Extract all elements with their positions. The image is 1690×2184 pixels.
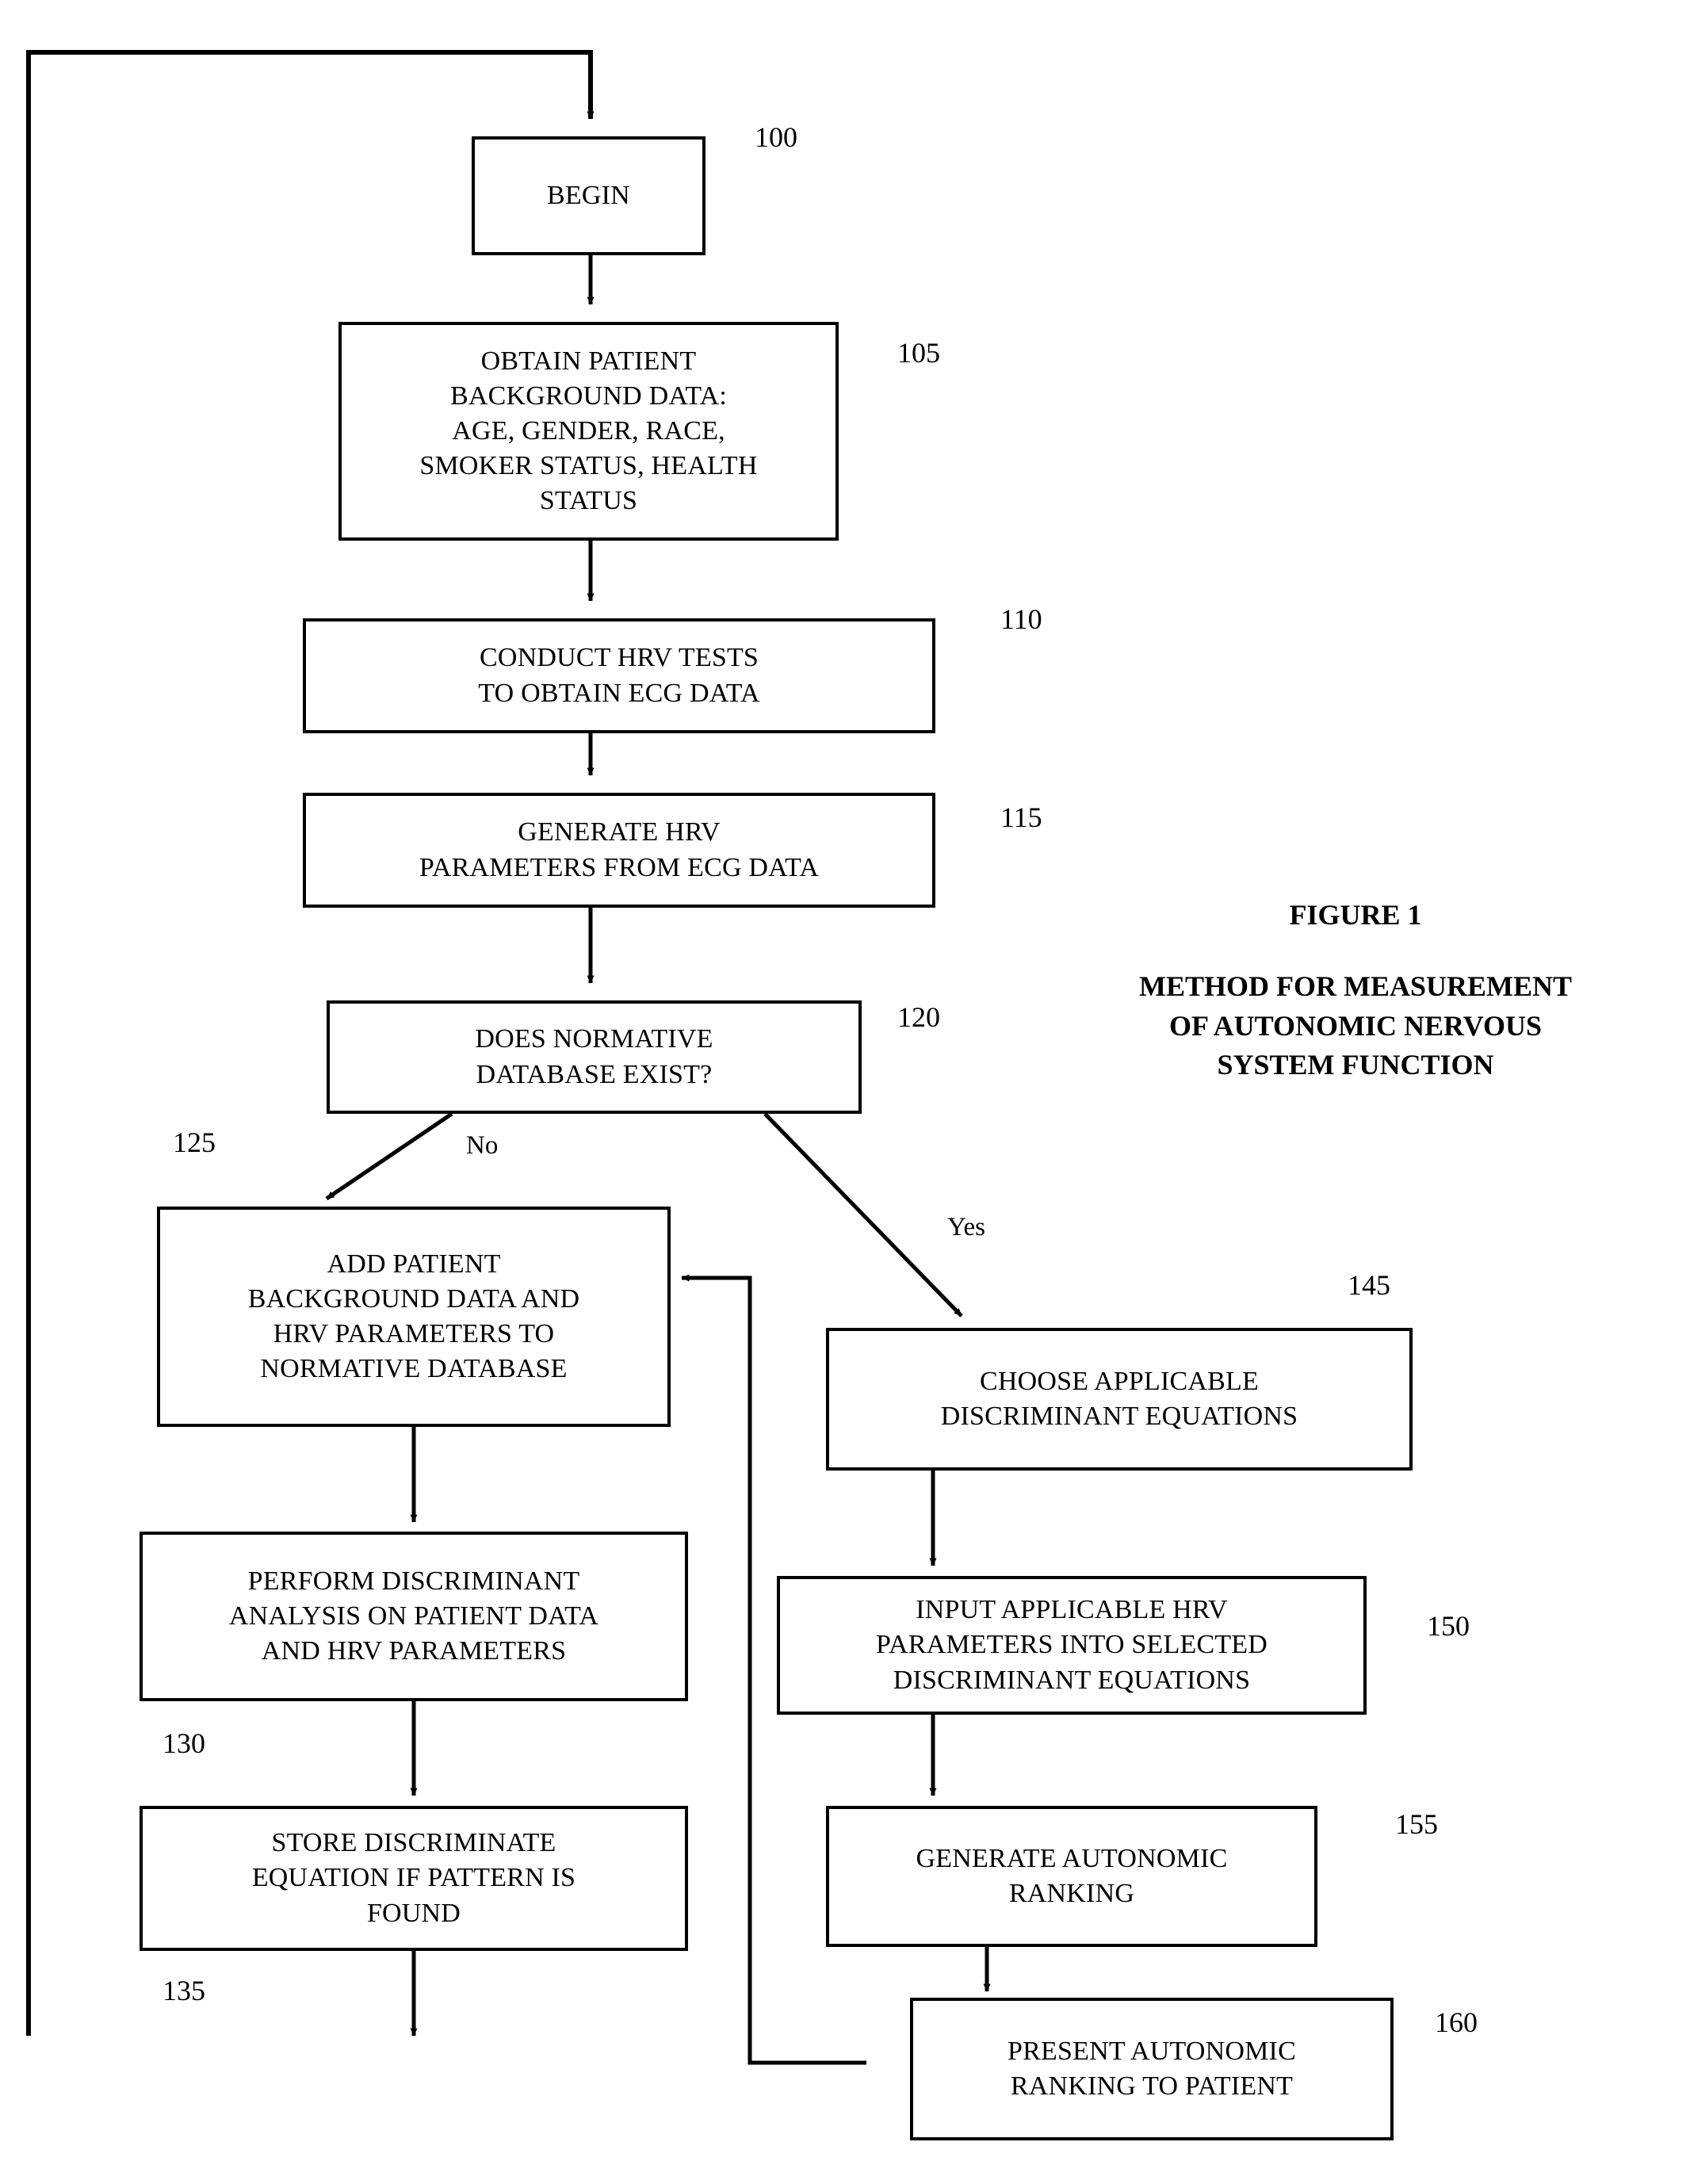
node-begin[interactable]: BEGIN xyxy=(472,136,705,255)
node-perform-label: PERFORM DISCRIMINANT ANALYSIS ON PATIENT… xyxy=(228,1566,599,1666)
node-obtain-label: OBTAIN PATIENT BACKGROUND DATA: AGE, GEN… xyxy=(419,346,758,516)
ref-number-110: 110 xyxy=(1000,603,1042,635)
ref-number-115: 115 xyxy=(1000,801,1042,833)
ref-number-155: 155 xyxy=(1395,1808,1438,1840)
ref-number-160: 160 xyxy=(1435,2006,1478,2038)
node-store-discriminate-equation[interactable]: STORE DISCRIMINATE EQUATION IF PATTERN I… xyxy=(140,1806,688,1951)
node-present-autonomic-ranking[interactable]: PRESENT AUTONOMIC RANKING TO PATIENT xyxy=(910,1998,1394,2140)
branch-label-yes: Yes xyxy=(947,1213,986,1241)
node-add-label: ADD PATIENT BACKGROUND DATA AND HRV PARA… xyxy=(247,1249,580,1384)
connector-decision-yes xyxy=(763,1112,963,1318)
node-conduct-label: CONDUCT HRV TESTS TO OBTAIN ECG DATA xyxy=(478,643,760,708)
node-perform-discriminant-analysis[interactable]: PERFORM DISCRIMINANT ANALYSIS ON PATIENT… xyxy=(140,1532,688,1701)
ref-number-135: 135 xyxy=(162,1975,205,2006)
figure-caption-subtitle: METHOD FOR MEASUREMENT OF AUTONOMIC NERV… xyxy=(1138,970,1572,1081)
ref-number-130: 130 xyxy=(162,1727,205,1759)
node-choose-label: CHOOSE APPLICABLE DISCRIMINANT EQUATIONS xyxy=(940,1366,1298,1431)
node-present-label: PRESENT AUTONOMIC RANKING TO PATIENT xyxy=(1008,2036,1296,2101)
patent-flowchart-figure: BEGIN 100 OBTAIN PATIENT BACKGROUND DATA… xyxy=(0,0,1690,2184)
branch-label-no: No xyxy=(466,1131,499,1160)
node-input-applicable-parameters[interactable]: INPUT APPLICABLE HRV PARAMETERS INTO SEL… xyxy=(777,1576,1367,1715)
node-store-label: STORE DISCRIMINATE EQUATION IF PATTERN I… xyxy=(251,1828,576,1928)
ref-number-120: 120 xyxy=(897,1001,940,1033)
node-begin-label: BEGIN xyxy=(547,180,630,210)
node-decision-normative-database[interactable]: DOES NORMATIVE DATABASE EXIST? xyxy=(327,1000,862,1114)
ref-number-150: 150 xyxy=(1427,1610,1470,1642)
node-add-patient-data-to-database[interactable]: ADD PATIENT BACKGROUND DATA AND HRV PARA… xyxy=(157,1207,671,1427)
figure-caption-title: FIGURE 1 xyxy=(1289,899,1422,931)
node-obtain-patient-background-data[interactable]: OBTAIN PATIENT BACKGROUND DATA: AGE, GEN… xyxy=(338,322,839,541)
node-generate-ranking-label: GENERATE AUTONOMIC RANKING xyxy=(916,1843,1228,1908)
node-generate-autonomic-ranking[interactable]: GENERATE AUTONOMIC RANKING xyxy=(826,1806,1317,1947)
ref-number-145: 145 xyxy=(1348,1269,1390,1301)
node-conduct-hrv-tests[interactable]: CONDUCT HRV TESTS TO OBTAIN ECG DATA xyxy=(303,618,935,733)
node-generate-params-label: GENERATE HRV PARAMETERS FROM ECG DATA xyxy=(419,817,820,882)
node-choose-applicable-equations[interactable]: CHOOSE APPLICABLE DISCRIMINANT EQUATIONS xyxy=(826,1328,1413,1471)
ref-number-100: 100 xyxy=(755,121,797,153)
connector-decision-no xyxy=(325,1111,453,1201)
ref-number-105: 105 xyxy=(897,337,940,369)
node-generate-hrv-parameters[interactable]: GENERATE HRV PARAMETERS FROM ECG DATA xyxy=(303,793,935,908)
node-input-label: INPUT APPLICABLE HRV PARAMETERS INTO SEL… xyxy=(875,1595,1268,1695)
ref-number-125: 125 xyxy=(173,1126,216,1158)
node-decision-label: DOES NORMATIVE DATABASE EXIST? xyxy=(475,1024,713,1089)
